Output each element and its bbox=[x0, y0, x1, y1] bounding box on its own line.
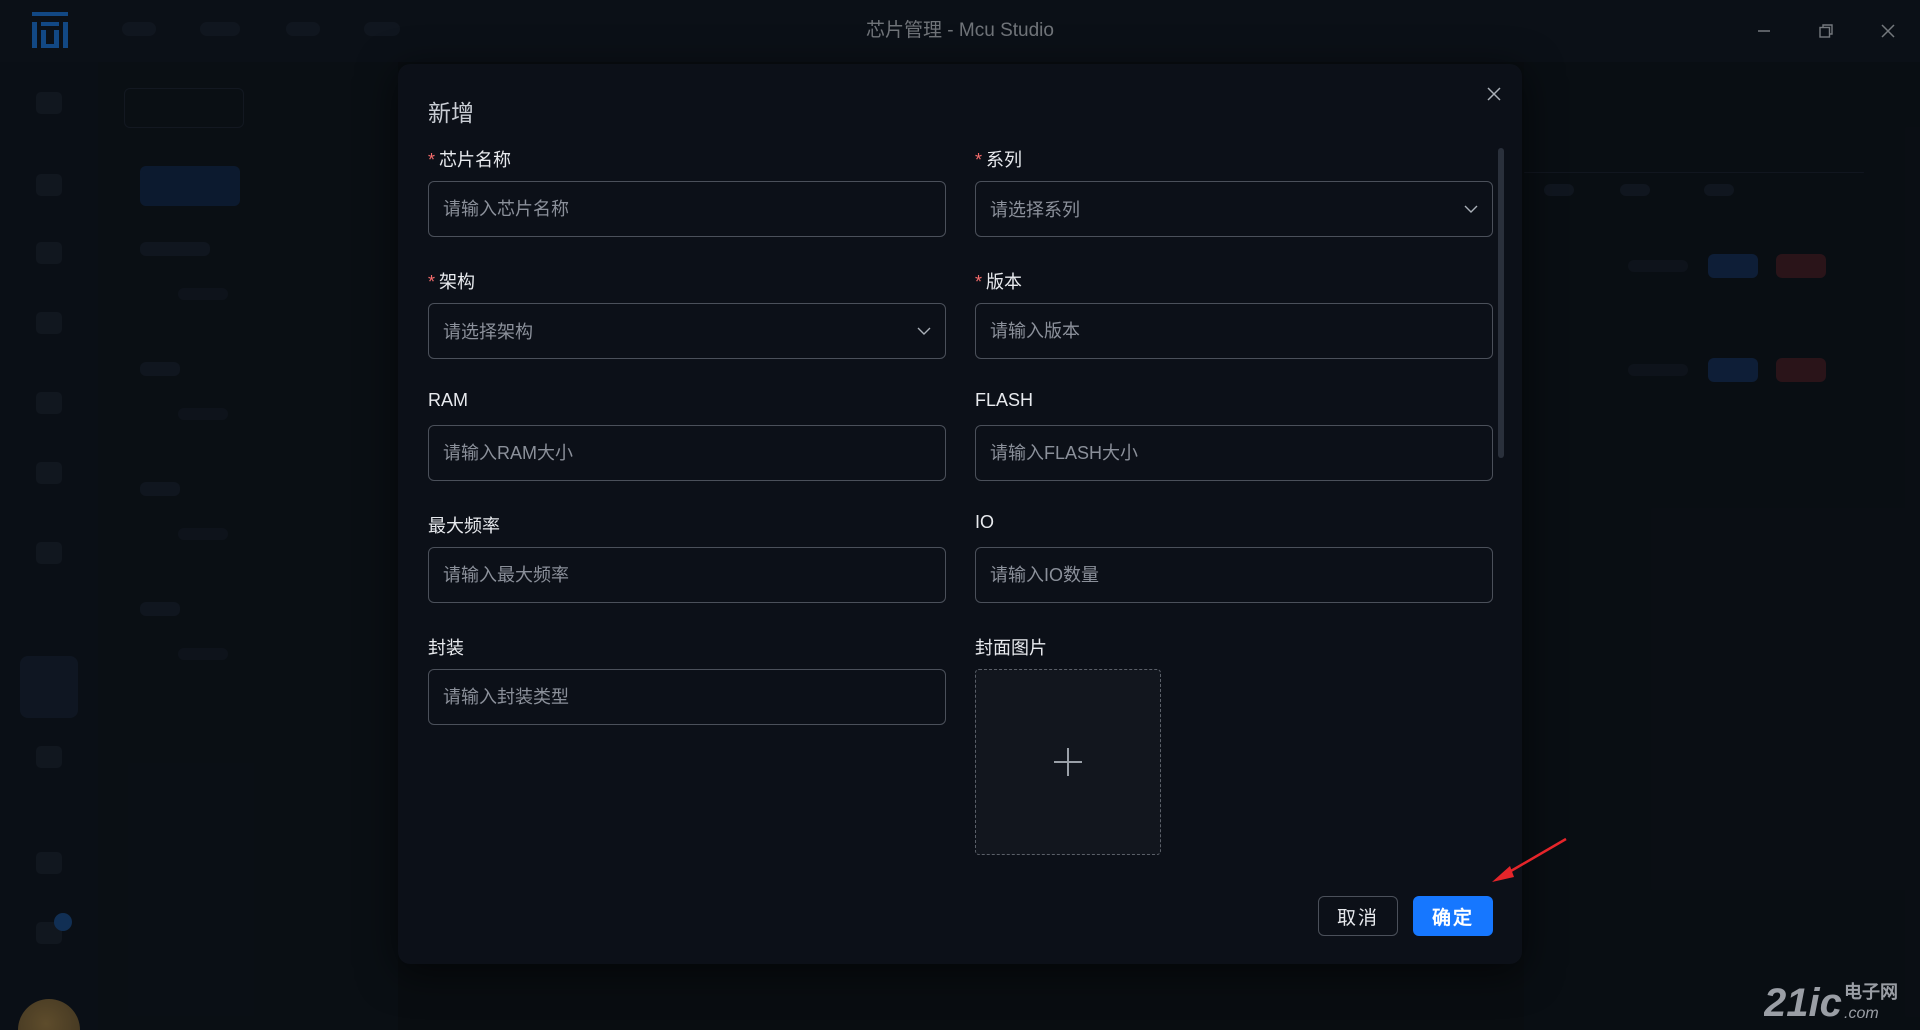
arch-label: * 架构 bbox=[428, 272, 476, 292]
io-input[interactable] bbox=[975, 547, 1493, 603]
package-input[interactable] bbox=[428, 669, 946, 725]
watermark-logo: 21ic 电子网 .com bbox=[1764, 981, 1898, 1024]
required-mark: * bbox=[975, 150, 983, 170]
required-mark: * bbox=[975, 272, 983, 292]
version-label: * 版本 bbox=[975, 272, 1023, 292]
series-label: * 系列 bbox=[975, 150, 1023, 170]
dialog-title: 新增 bbox=[428, 100, 474, 126]
ram-label: RAM bbox=[428, 390, 468, 410]
confirm-button[interactable]: 确定 bbox=[1413, 896, 1493, 936]
series-select[interactable]: 请选择系列 bbox=[975, 181, 1493, 237]
svg-text:.com: .com bbox=[1844, 1005, 1879, 1022]
dialog-close-button[interactable] bbox=[1480, 80, 1508, 108]
flash-label: FLASH bbox=[975, 390, 1034, 410]
arch-placeholder: 请选择架构 bbox=[443, 322, 533, 342]
svg-text:21ic: 21ic bbox=[1764, 981, 1842, 1024]
plus-icon bbox=[1054, 748, 1082, 776]
add-chip-dialog: 新增 *芯片名称 *系列 请选择系列 *架构 请选择架构 *版本 RAM FLA… bbox=[398, 64, 1522, 964]
cover-image-upload[interactable] bbox=[975, 669, 1161, 855]
series-placeholder: 请选择系列 bbox=[990, 200, 1080, 220]
required-mark: * bbox=[428, 272, 436, 292]
dialog-scrollbar[interactable] bbox=[1498, 148, 1504, 458]
max-freq-label: 最大频率 bbox=[428, 516, 500, 536]
arch-select[interactable]: 请选择架构 bbox=[428, 303, 946, 359]
required-mark: * bbox=[428, 150, 436, 170]
flash-input[interactable] bbox=[975, 425, 1493, 481]
svg-text:电子网: 电子网 bbox=[1844, 981, 1898, 1003]
cancel-button[interactable]: 取消 bbox=[1318, 896, 1398, 936]
cover-image-label: 封面图片 bbox=[975, 638, 1047, 658]
package-label: 封装 bbox=[428, 638, 464, 658]
version-input[interactable] bbox=[975, 303, 1493, 359]
close-icon bbox=[1487, 87, 1501, 101]
chevron-down-icon bbox=[917, 327, 931, 335]
chip-name-label: * 芯片名称 bbox=[428, 150, 512, 170]
ram-input[interactable] bbox=[428, 425, 946, 481]
io-label: IO bbox=[975, 512, 995, 532]
chevron-down-icon bbox=[1464, 205, 1478, 213]
annotation-arrow bbox=[1492, 837, 1567, 882]
max-freq-input[interactable] bbox=[428, 547, 946, 603]
chip-name-input[interactable] bbox=[428, 181, 946, 237]
